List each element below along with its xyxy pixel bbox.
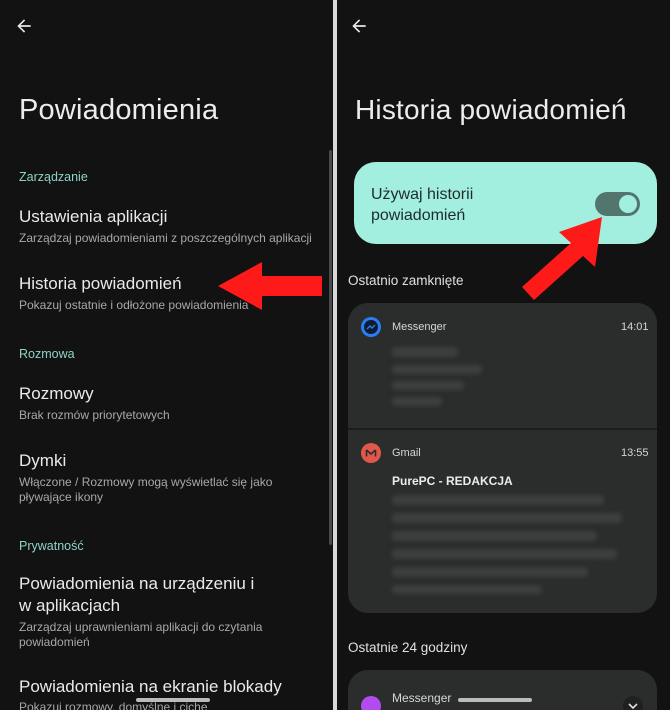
gmail-icon [361,443,381,463]
blurred-content [392,347,458,357]
notifications-settings-screen: Powiadomienia Zarządzanie Ustawienia apl… [0,0,333,710]
section-header-privacy: Prywatność [19,539,84,553]
setting-title: Ustawienia aplikacji [19,207,168,226]
back-arrow-icon[interactable] [14,16,34,36]
blurred-content [392,531,597,541]
red-arrow-up-right-icon [522,217,602,300]
notification-history-screen: Historia powiadomień Używaj historii pow… [337,0,670,710]
setting-title: Rozmowy [19,384,94,403]
blurred-content [392,365,482,374]
navigation-pill[interactable] [458,698,532,702]
page-title: Historia powiadomień [355,94,627,125]
notification-separator [348,428,657,430]
setting-subtitle: Zarządzaj powiadomieniami z poszczególny… [19,231,312,245]
switch-knob [619,195,637,213]
section-header-manage: Zarządzanie [19,170,88,184]
app-name: Gmail [392,447,421,459]
blurred-content [392,585,542,594]
back-arrow-icon[interactable] [349,16,369,36]
setting-title: Powiadomienia na urządzeniu i w aplikacj… [19,574,255,615]
history-toggle-card[interactable]: Używaj historii powiadomień [354,162,657,244]
messenger-icon [361,696,381,710]
blurred-content [392,381,464,390]
scrollbar[interactable] [329,150,332,545]
setting-subtitle: Brak rozmów priorytetowych [19,408,170,422]
messenger-icon [361,317,381,337]
navigation-pill[interactable] [136,698,210,702]
blurred-content [392,495,604,505]
section-header-conversation: Rozmowa [19,347,75,361]
blurred-content [392,513,622,523]
setting-title: Dymki [19,451,67,470]
blurred-content [392,567,588,577]
setting-subtitle: Zarządzaj uprawnieniami aplikacji do czy… [19,620,263,649]
notification-time: 13:55 [621,447,649,459]
red-arrow-left-icon [218,262,322,310]
setting-subtitle: Włączone / Rozmowy mogą wyświetlać się j… [19,475,273,504]
last-24-hours-card: Messenger [348,670,657,710]
app-name: Messenger [392,321,447,333]
notification-time: 14:01 [621,321,649,333]
app-name: Messenger [392,691,452,705]
notification-heading: PurePC - REDAKCJA [392,474,513,488]
recent-notifications-card: Messenger 14:01 Gmail 13:55 PurePC - RED… [348,303,657,613]
recently-dismissed-heading: Ostatnio zamknięte [348,273,464,288]
blurred-content [392,549,617,559]
setting-title: Powiadomienia na ekranie blokady [19,677,282,696]
page-title: Powiadomienia [19,94,219,126]
setting-title: Historia powiadomień [19,274,182,293]
last-24-hours-heading: Ostatnie 24 godziny [348,640,468,655]
expand-icon[interactable] [623,696,643,710]
blurred-content [392,397,442,406]
